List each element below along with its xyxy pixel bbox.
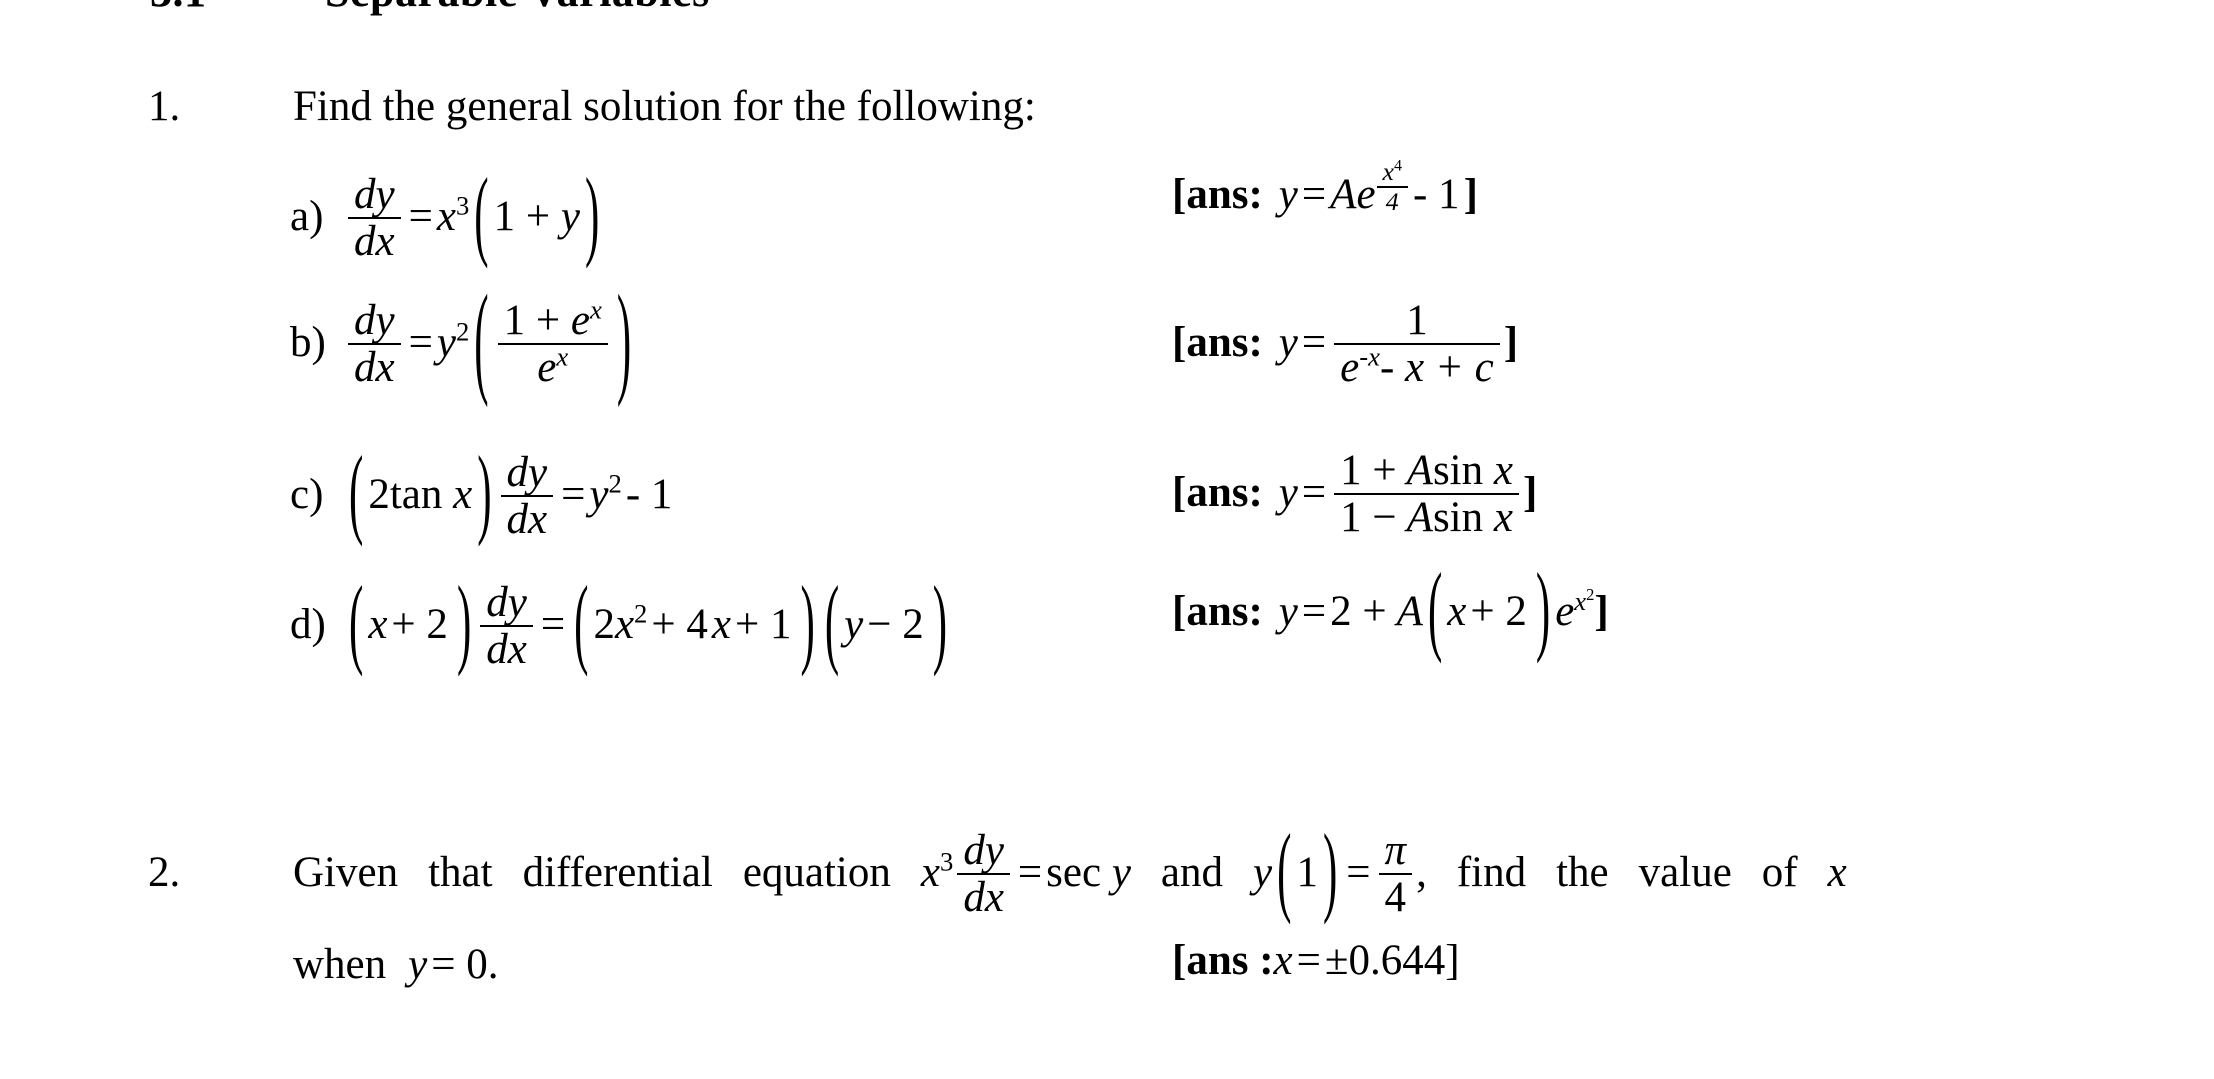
paren-open: ( bbox=[824, 568, 840, 679]
derivative-fraction: dy dx bbox=[500, 450, 554, 542]
answer-c: [ans: y= 1 + Asin x1 − Asin x] bbox=[1172, 448, 1538, 542]
paren-open: ( bbox=[574, 568, 589, 679]
answer-b-expression: y= 1 e-x- x + c bbox=[1279, 298, 1504, 390]
answer-a-close: ] bbox=[1463, 171, 1478, 218]
item-b-equation: dy dx =y2(1 + ex ex) bbox=[344, 273, 636, 410]
paren-close: ) bbox=[932, 568, 948, 679]
question-1-number: 1. bbox=[148, 83, 181, 130]
paren-open: ( bbox=[474, 273, 489, 410]
answer-fraction: 1 + Asin x1 − Asin x bbox=[1334, 448, 1519, 540]
answer-a: [ans: y=Ae x4 4- 1] bbox=[1172, 157, 1478, 226]
answer-c-expression: y= 1 + Asin x1 − Asin x bbox=[1279, 448, 1523, 540]
equals-sign: = bbox=[561, 471, 586, 519]
question-1-item-b: b) dy dx =y2(1 + ex ex) bbox=[290, 273, 636, 410]
question-1-item-c: c) (2tan x) dy dx =y2- 1 bbox=[290, 438, 676, 548]
answer-fraction: 1 e-x- x + c bbox=[1334, 298, 1500, 390]
answer-d-close: ] bbox=[1594, 588, 1609, 635]
paren-close: ) bbox=[584, 160, 600, 271]
item-c-label: c) bbox=[290, 471, 324, 519]
item-a-label: a) bbox=[290, 193, 324, 241]
answer-a-tag: [ans: bbox=[1172, 171, 1263, 218]
derivative-fraction: dy dx bbox=[348, 298, 401, 390]
exponent-fraction: x4 4 bbox=[1376, 158, 1408, 215]
question-2-line-1: 2. Given that differential equation x3 dy dx =se… bbox=[148, 816, 1847, 927]
question-1-prompt: 1. Find the general solution for the foll… bbox=[148, 82, 1036, 131]
item-d-label: d) bbox=[290, 601, 326, 649]
paren-close: ) bbox=[1535, 555, 1551, 666]
paren-open: ( bbox=[474, 160, 489, 271]
exponent-x-squared: x2 bbox=[1574, 584, 1595, 616]
document-page: 3.1Separable Variables 1. Find the genera… bbox=[0, 0, 2214, 1079]
paren-close: ) bbox=[616, 273, 632, 410]
item-a-equation: dy dx =x3(1 + y) bbox=[344, 160, 604, 271]
answer-d-expression: y=2 + A(x+ 2) ex2 bbox=[1279, 555, 1595, 665]
paren-close: ) bbox=[477, 438, 492, 549]
condition-variable: y bbox=[408, 941, 428, 988]
item-c-equation: (2tan x) dy dx =y2- 1 bbox=[344, 438, 676, 548]
paren-close: ) bbox=[800, 568, 815, 679]
derivative-fraction: dy dx bbox=[348, 172, 401, 264]
answer-a-expression: y=Ae x4 4- 1 bbox=[1278, 157, 1460, 218]
question-2-unknown-var: x bbox=[1827, 849, 1847, 897]
answer-d: [ans: y=2 + A(x+ 2) ex2] bbox=[1172, 555, 1609, 665]
item-b-label: b) bbox=[290, 319, 326, 367]
paren-open: ( bbox=[1277, 816, 1292, 927]
question-2-initial-condition: y(1) = π 4 bbox=[1253, 816, 1416, 927]
answer-b-tag: [ans: bbox=[1172, 319, 1263, 367]
answer-d-tag: [ans: bbox=[1172, 588, 1263, 635]
answer-2-close: ] bbox=[1445, 937, 1460, 984]
condition-value: = 0. bbox=[431, 941, 499, 988]
sec-function: sec bbox=[1046, 849, 1102, 897]
answer-c-close: ] bbox=[1522, 469, 1538, 517]
section-header: 3.1Separable Variables bbox=[150, 0, 710, 17]
question-1-item-a: a) dy dx =x3(1 + y) bbox=[290, 160, 604, 271]
answer-c-tag: [ans: bbox=[1172, 469, 1263, 517]
tan-function: tan bbox=[389, 471, 443, 519]
equals-sign: = bbox=[540, 601, 566, 649]
question-1-item-d: d) (x+ 2) dy dx =(2x2+ 4x+ 1)(y− 2) bbox=[290, 568, 952, 678]
paren-close: ) bbox=[456, 568, 472, 679]
question-2-equation: x3 dy dx =sec y bbox=[920, 827, 1131, 922]
item-d-equation: (x+ 2) dy dx =(2x2+ 4x+ 1)(y− 2) bbox=[344, 568, 952, 678]
paren-open: ( bbox=[349, 438, 364, 549]
equals-sign: = bbox=[408, 319, 433, 367]
answer-2: [ans :x=±0.644] bbox=[1172, 936, 1460, 985]
answer-b: [ans: y= 1 e-x- x + c] bbox=[1172, 298, 1519, 392]
answer-b-close: ] bbox=[1503, 319, 1519, 367]
equals-sign: = bbox=[408, 193, 433, 241]
question-2-line-2: when y= 0. bbox=[293, 940, 503, 989]
paren-open: ( bbox=[1427, 555, 1443, 666]
pi-over-four-fraction: π4 bbox=[1378, 828, 1413, 920]
section-number: 3.1 bbox=[150, 0, 325, 17]
exponential-fraction: 1 + ex ex bbox=[497, 296, 608, 390]
answer-2-tag: [ans : bbox=[1172, 937, 1274, 984]
section-title: Separable Variables bbox=[325, 0, 710, 16]
paren-open: ( bbox=[349, 568, 364, 679]
derivative-fraction: dy dx bbox=[480, 580, 533, 672]
question-1-prompt-text: Find the general solution for the follow… bbox=[293, 83, 1036, 130]
question-2-number: 2. bbox=[148, 849, 181, 897]
derivative-fraction: dy dx bbox=[957, 828, 1010, 920]
answer-2-expression: x=±0.644 bbox=[1273, 937, 1446, 984]
paren-close: ) bbox=[1322, 816, 1338, 927]
